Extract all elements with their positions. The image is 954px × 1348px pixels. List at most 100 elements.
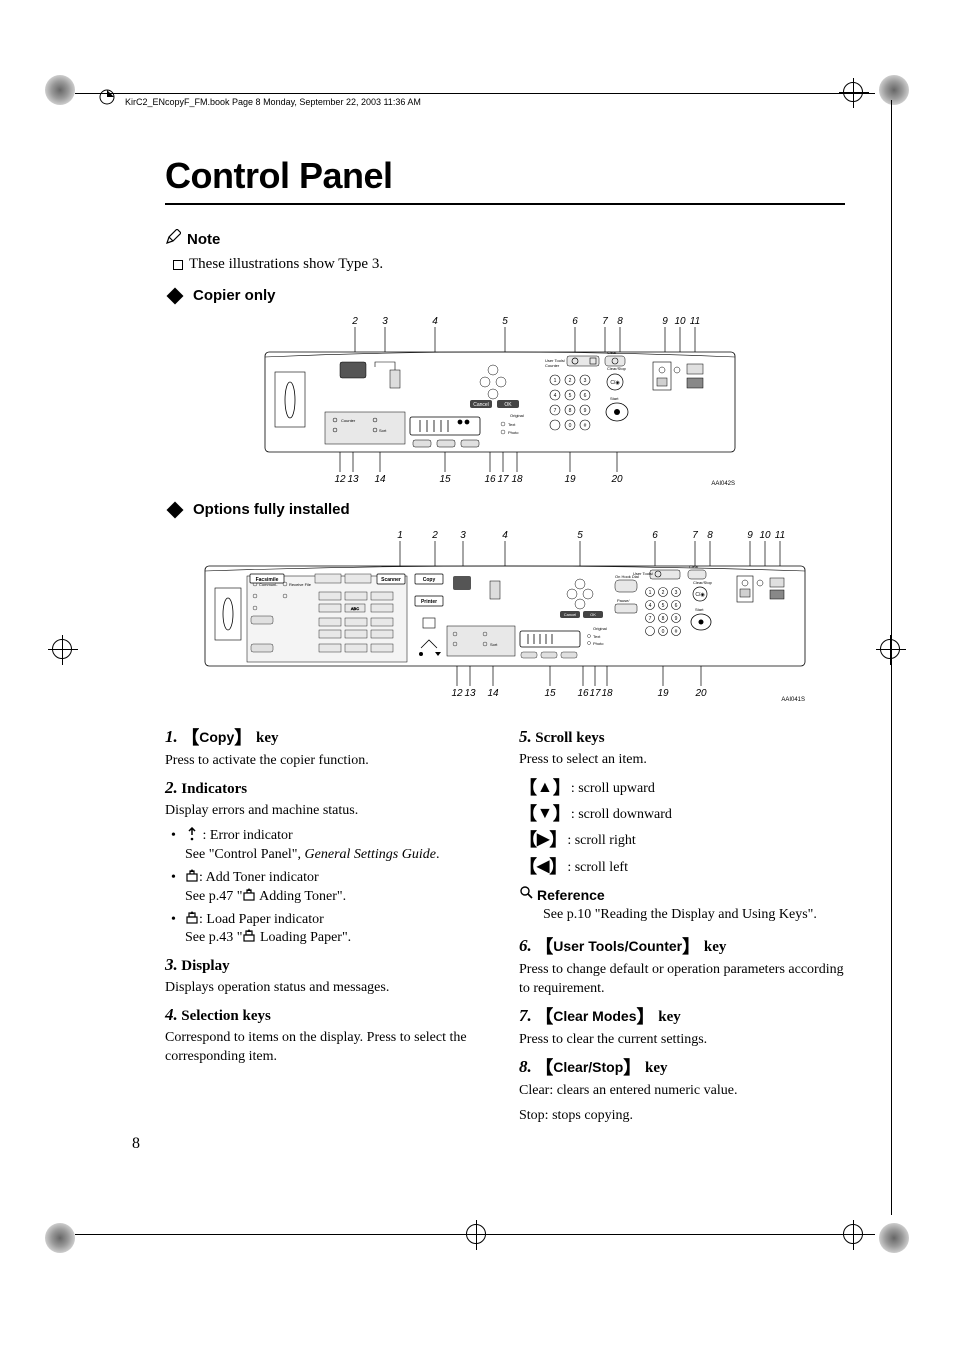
svg-text:OK: OK [590,612,596,617]
svg-text:12: 12 [334,474,346,485]
item-7-desc: Press to clear the current settings. [519,1031,845,1050]
svg-text:12: 12 [451,688,463,699]
svg-text:Text: Text [593,634,601,639]
svg-text:Start: Start [610,396,619,401]
page-title: Control Panel [165,155,845,197]
svg-text:Clear/Stop: Clear/Stop [607,366,627,371]
svg-text:Cancel: Cancel [564,612,577,617]
svg-text:7: 7 [692,530,698,541]
note-text: These illustrations show Type 3. [173,256,845,273]
svg-text:11: 11 [775,530,785,541]
item-1-heading: 1. 【Copy】 key [165,726,491,750]
item-2-desc: Display errors and machine status. [165,802,491,821]
svg-text:C/◉: C/◉ [610,380,620,386]
svg-text:Clear: Clear [689,564,699,569]
running-header: KirC2_ENcopyF_FM.book Page 8 Monday, Sep… [125,97,421,107]
svg-text:Original: Original [510,413,524,418]
svg-text:8: 8 [617,316,623,327]
svg-text:AAI041S: AAI041S [781,697,805,703]
page-number: 8 [132,1135,140,1153]
item-3-heading: 3. Display [165,954,491,977]
svg-text:2: 2 [662,590,665,596]
svg-text:Start: Start [695,607,704,612]
item-4-heading: 4. Selection keys [165,1004,491,1027]
svg-text:4: 4 [554,393,557,399]
svg-text:9: 9 [584,408,587,414]
svg-text:4: 4 [649,603,652,609]
svg-text:1: 1 [554,378,557,384]
svg-text:4: 4 [502,530,508,541]
svg-text:7: 7 [602,316,608,327]
svg-text:2: 2 [351,316,358,327]
svg-text:#: # [675,629,678,635]
magnifier-icon [519,885,533,906]
svg-text:C/◉: C/◉ [695,592,705,598]
svg-text:Photo: Photo [508,430,519,435]
pointer-icon [98,88,116,106]
svg-text:Copy: Copy [423,577,436,583]
svg-text:Original: Original [593,626,607,631]
svg-text:Text: Text [508,422,516,427]
svg-text:Photo: Photo [593,641,604,646]
svg-text:3: 3 [675,590,678,596]
svg-text:6: 6 [652,530,658,541]
error-indicator-icon [185,827,199,841]
svg-text:14: 14 [487,688,499,699]
section-copier-only: Copier only [165,287,845,304]
svg-text:9: 9 [747,530,753,541]
svg-text:#: # [584,423,587,429]
note-heading: Note [165,229,845,250]
svg-text:Pause/: Pause/ [617,598,630,603]
svg-text:3: 3 [382,316,388,327]
svg-text:5: 5 [569,393,572,399]
svg-text:User Tools/: User Tools/ [633,571,654,576]
svg-text:Sort: Sort [490,642,498,647]
svg-text:15: 15 [544,688,556,699]
add-toner-icon [185,869,199,883]
column-right: 5. Scroll keys Press to select an item. … [519,720,845,1132]
item-6-heading: 6. 【User Tools/Counter】 key [519,935,845,959]
item-8-heading: 8. 【Clear/Stop】 key [519,1056,845,1080]
svg-text:18: 18 [601,688,613,699]
svg-text:Cancel: Cancel [473,402,489,408]
diamond-icon [167,501,184,518]
item-5-desc: Press to select an item. [519,751,845,770]
svg-text:11: 11 [690,316,700,327]
svg-text:16: 16 [577,688,589,699]
svg-text:6: 6 [675,603,678,609]
svg-text:2: 2 [569,378,572,384]
svg-text:15: 15 [439,474,451,485]
item-4-desc: Correspond to items on the display. Pres… [165,1029,491,1067]
svg-text:10: 10 [759,530,771,541]
scroll-left: 【◀】: scroll left [519,855,845,879]
svg-text:16: 16 [484,474,496,485]
svg-text:7: 7 [554,408,557,414]
svg-text:8: 8 [569,408,572,414]
svg-text:9: 9 [662,316,668,327]
svg-text:AAI042S: AAI042S [711,481,735,487]
item-2-heading: 2. Indicators [165,777,491,800]
svg-text:Sort: Sort [379,428,387,433]
svg-text:13: 13 [464,688,476,699]
scroll-down: 【▼】: scroll downward [519,802,845,826]
diagram-copier-only: 2 3 4 5 6 7 8 9 10 11 [245,312,765,487]
svg-text:20: 20 [610,474,623,485]
svg-text:Clear: Clear [607,350,617,355]
svg-text:9: 9 [675,616,678,622]
svg-text:2: 2 [431,530,438,541]
svg-text:3: 3 [460,530,466,541]
svg-text:Receive File: Receive File [289,582,312,587]
item-5-heading: 5. Scroll keys [519,726,845,749]
svg-text:OK: OK [504,402,512,408]
svg-text:6: 6 [584,393,587,399]
svg-text:13: 13 [347,474,359,485]
svg-text:17: 17 [497,474,509,485]
load-paper-icon [242,929,256,943]
svg-text:Facsimile: Facsimile [256,577,279,583]
section-options-full: Options fully installed [165,501,845,518]
svg-text:20: 20 [694,688,707,699]
item-8-desc-1: Clear: clears an entered numeric value. [519,1082,845,1101]
item-6-desc: Press to change default or operation par… [519,961,845,999]
scroll-up: 【▲】: scroll upward [519,776,845,800]
svg-text:18: 18 [511,474,523,485]
